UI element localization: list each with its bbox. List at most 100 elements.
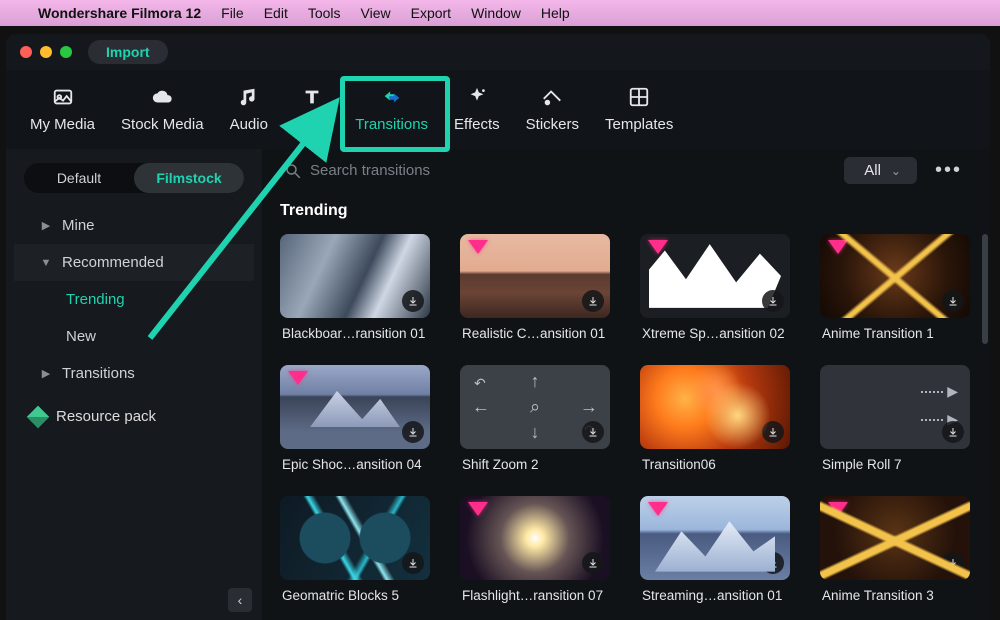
transition-card[interactable]: ▶▶Simple Roll 7: [820, 365, 970, 488]
menu-export[interactable]: Export: [411, 5, 451, 21]
premium-badge-icon: [648, 502, 668, 516]
transition-thumbnail[interactable]: [640, 234, 790, 318]
transition-thumbnail[interactable]: [460, 234, 610, 318]
download-button[interactable]: [402, 552, 424, 574]
import-button[interactable]: Import: [88, 40, 168, 64]
transition-card[interactable]: Flashlight…ransition 07: [460, 496, 610, 619]
tree-label: Trending: [66, 291, 125, 308]
transition-name: Streaming…ansition 01: [640, 580, 790, 619]
my-media-icon: [50, 84, 76, 110]
transition-card[interactable]: Blackboar…ransition 01: [280, 234, 430, 357]
transition-thumbnail[interactable]: [280, 365, 430, 449]
collapse-sidebar-button[interactable]: ‹: [228, 588, 252, 612]
download-button[interactable]: [942, 421, 964, 443]
tab-my-media[interactable]: My Media: [30, 84, 95, 133]
download-button[interactable]: [942, 290, 964, 312]
transition-card[interactable]: Anime Transition 1: [820, 234, 970, 357]
transition-thumbnail[interactable]: [820, 234, 970, 318]
transition-card[interactable]: Geomatric Blocks 5: [280, 496, 430, 619]
transition-card[interactable]: Streaming…ansition 01: [640, 496, 790, 619]
download-button[interactable]: [582, 552, 604, 574]
tab-effects[interactable]: Effects: [454, 84, 500, 133]
library-source-segment[interactable]: Default Filmstock: [24, 163, 244, 193]
menu-help[interactable]: Help: [541, 5, 570, 21]
tree-label: Mine: [62, 217, 95, 234]
main-panel: Search transitions All ⌄ ••• Trending Bl…: [262, 149, 990, 620]
tab-label: Titles: [294, 116, 329, 133]
transition-name: Flashlight…ransition 07: [460, 580, 610, 619]
transition-name: Geomatric Blocks 5: [280, 580, 430, 619]
tab-stock-media[interactable]: Stock Media: [121, 84, 204, 133]
tab-transitions[interactable]: Transitions: [355, 84, 428, 133]
download-button[interactable]: [582, 290, 604, 312]
transition-card[interactable]: ↶↑←⌕→↓↷Shift Zoom 2: [460, 365, 610, 488]
menu-window[interactable]: Window: [471, 5, 521, 21]
transition-name: Epic Shoc…ansition 04: [280, 449, 430, 488]
templates-icon: [626, 84, 652, 110]
window-titlebar: Import: [6, 34, 990, 70]
minimize-window-button[interactable]: [40, 46, 52, 58]
download-button[interactable]: [582, 421, 604, 443]
transition-thumbnail[interactable]: [820, 496, 970, 580]
mac-menubar: Wondershare Filmora 12 File Edit Tools V…: [0, 0, 1000, 26]
transition-thumbnail[interactable]: [460, 496, 610, 580]
segment-default[interactable]: Default: [24, 163, 134, 193]
transition-thumbnail[interactable]: ▶▶: [820, 365, 970, 449]
tree-transitions[interactable]: ▶ Transitions: [14, 355, 254, 392]
download-button[interactable]: [762, 290, 784, 312]
tab-stickers[interactable]: Stickers: [526, 84, 579, 133]
tab-label: Stickers: [526, 116, 579, 133]
search-input[interactable]: Search transitions: [284, 162, 544, 180]
tab-label: Effects: [454, 116, 500, 133]
segment-filmstock[interactable]: Filmstock: [134, 163, 244, 193]
titles-icon: [299, 84, 325, 110]
filter-dropdown[interactable]: All ⌄: [844, 157, 917, 184]
premium-badge-icon: [288, 371, 308, 385]
download-button[interactable]: [762, 552, 784, 574]
transition-thumbnail[interactable]: [640, 496, 790, 580]
tree-recommended[interactable]: ▼ Recommended: [14, 244, 254, 281]
tree-trending[interactable]: Trending: [14, 281, 254, 318]
transition-thumbnail[interactable]: [640, 365, 790, 449]
chevron-left-icon: ‹: [238, 592, 243, 608]
transition-card[interactable]: Realistic C…ansition 01: [460, 234, 610, 357]
category-tree: ▶ Mine ▼ Recommended Trending New ▶ Tran…: [6, 207, 262, 392]
tab-label: Stock Media: [121, 116, 204, 133]
transition-card[interactable]: Anime Transition 3: [820, 496, 970, 619]
tree-new[interactable]: New: [14, 318, 254, 355]
tab-titles[interactable]: Titles: [294, 84, 329, 133]
transition-thumbnail[interactable]: ↶↑←⌕→↓↷: [460, 365, 610, 449]
tab-audio[interactable]: Audio: [230, 84, 268, 133]
search-icon: [284, 162, 302, 180]
tree-mine[interactable]: ▶ Mine: [14, 207, 254, 244]
library-tabs: My Media Stock Media Audio Titles Transi…: [6, 70, 990, 149]
menu-edit[interactable]: Edit: [264, 5, 288, 21]
close-window-button[interactable]: [20, 46, 32, 58]
tab-templates[interactable]: Templates: [605, 84, 673, 133]
transition-name: Anime Transition 1: [820, 318, 970, 357]
scrollbar-thumb[interactable]: [982, 234, 988, 344]
menu-file[interactable]: File: [221, 5, 244, 21]
premium-badge-icon: [468, 502, 488, 516]
transition-thumbnail[interactable]: [280, 234, 430, 318]
transition-card[interactable]: Xtreme Sp…ansition 02: [640, 234, 790, 357]
resource-pack[interactable]: Resource pack: [6, 398, 262, 435]
zoom-window-button[interactable]: [60, 46, 72, 58]
transitions-icon: [379, 84, 405, 110]
menu-view[interactable]: View: [361, 5, 391, 21]
download-button[interactable]: [402, 421, 424, 443]
download-button[interactable]: [942, 552, 964, 574]
download-button[interactable]: [762, 421, 784, 443]
more-options-button[interactable]: •••: [929, 159, 968, 182]
chevron-right-icon: ▶: [40, 367, 52, 380]
transition-name: Shift Zoom 2: [460, 449, 610, 488]
transition-card[interactable]: Transition06: [640, 365, 790, 488]
sparkle-icon: [464, 84, 490, 110]
transition-thumbnail[interactable]: [280, 496, 430, 580]
transition-card[interactable]: Epic Shoc…ansition 04: [280, 365, 430, 488]
content-scroll[interactable]: Trending Blackboar…ransition 01Realistic…: [262, 188, 990, 620]
traffic-lights: [20, 46, 72, 58]
mac-app-name[interactable]: Wondershare Filmora 12: [38, 5, 201, 21]
download-button[interactable]: [402, 290, 424, 312]
menu-tools[interactable]: Tools: [308, 5, 341, 21]
